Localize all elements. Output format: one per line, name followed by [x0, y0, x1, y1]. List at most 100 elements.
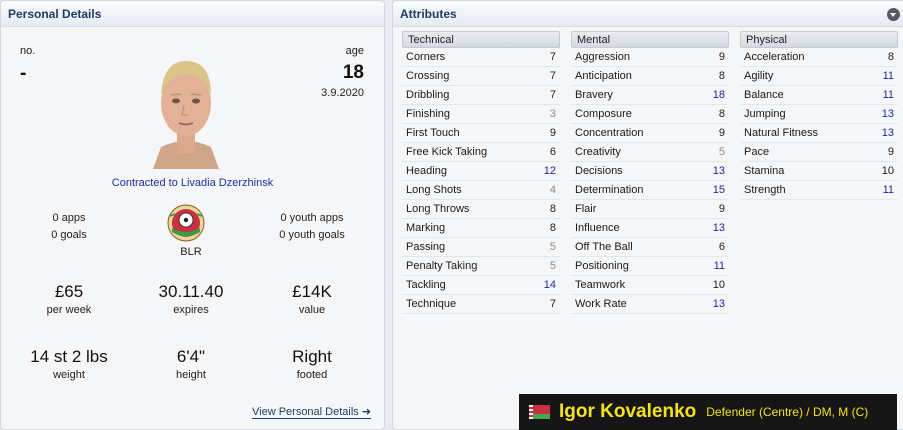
physical-column-header: Physical: [740, 31, 898, 48]
belarus-flag-icon: [529, 405, 550, 419]
attribute-row: Creativity 5: [571, 143, 729, 162]
attribute-value: 6: [549, 146, 556, 158]
attribute-row: Determination 15: [571, 181, 729, 200]
panel-options-chevron-down-icon[interactable]: [887, 8, 900, 21]
attribute-name: First Touch: [406, 127, 460, 139]
mental-column-header: Mental: [571, 31, 729, 48]
attribute-name: Crossing: [406, 70, 450, 82]
attribute-name: Heading: [406, 165, 447, 177]
attribute-row: Positioning 11: [571, 257, 729, 276]
height-value: 6'4": [176, 347, 206, 366]
attribute-row: Pace 9: [740, 143, 898, 162]
attribute-row: Technique 7: [402, 295, 560, 314]
attribute-value: 13: [881, 127, 894, 139]
attribute-value: 11: [882, 70, 894, 82]
attribute-value: 18: [712, 89, 725, 101]
attribute-value: 11: [882, 184, 894, 196]
personal-details-header: Personal Details: [1, 1, 384, 27]
attribute-row: Aggression 9: [571, 48, 729, 67]
attribute-name: Composure: [575, 108, 632, 120]
attribute-row: Strength 11: [740, 181, 898, 200]
attribute-value: 10: [881, 165, 894, 177]
attribute-row: Natural Fitness 13: [740, 124, 898, 143]
player-value-label: value: [298, 304, 326, 316]
attribute-name: Balance: [744, 89, 784, 101]
attribute-name: Work Rate: [575, 298, 627, 310]
attribute-name: Free Kick Taking: [406, 146, 488, 158]
attribute-row: Balance 11: [740, 86, 898, 105]
player-position: Defender (Centre) / DM, M (C): [706, 405, 869, 419]
attribute-name: Long Throws: [406, 203, 470, 215]
attribute-value: 9: [718, 127, 725, 139]
attribute-name: Technique: [406, 298, 457, 310]
squad-number-value: -: [20, 63, 27, 84]
attribute-row: Agility 11: [740, 67, 898, 86]
attribute-value: 13: [712, 298, 725, 310]
attribute-name: Tackling: [406, 279, 446, 291]
attribute-value: 11: [882, 89, 894, 101]
attribute-name: Finishing: [406, 108, 451, 120]
attribute-row: Passing 5: [402, 238, 560, 257]
attribute-row: Tackling 14: [402, 276, 560, 295]
attribute-name: Strength: [744, 184, 786, 196]
attribute-value: 9: [718, 51, 725, 63]
attribute-value: 4: [549, 184, 556, 196]
attribute-value: 12: [543, 165, 556, 177]
attribute-value: 10: [712, 279, 725, 291]
view-personal-details-link[interactable]: View Personal Details ➜: [252, 405, 372, 419]
attribute-name: Long Shots: [406, 184, 462, 196]
attribute-row: Crossing 7: [402, 67, 560, 86]
attribute-row: Finishing 3: [402, 105, 560, 124]
player-name-bar: Igor Kovalenko Defender (Centre) / DM, M…: [519, 394, 897, 430]
attribute-row: Stamina 10: [740, 162, 898, 181]
attribute-name: Creativity: [575, 146, 621, 158]
attribute-name: Marking: [406, 222, 446, 234]
wage-label: per week: [46, 304, 92, 316]
attribute-name: Stamina: [744, 165, 785, 177]
attribute-row: Influence 13: [571, 219, 729, 238]
weight-label: weight: [53, 369, 85, 381]
senior-goals: 0 goals: [51, 229, 87, 241]
attribute-value: 9: [549, 127, 556, 139]
attribute-value: 8: [718, 108, 725, 120]
player-value: £14K: [292, 282, 332, 301]
attribute-name: Teamwork: [575, 279, 626, 291]
attribute-name: Flair: [575, 203, 597, 215]
attribute-value: 8: [718, 70, 725, 82]
senior-apps: 0 apps: [52, 212, 86, 224]
attribute-row: Acceleration 8: [740, 48, 898, 67]
attribute-name: Corners: [406, 51, 446, 63]
attribute-value: 8: [549, 222, 556, 234]
attribute-value: 5: [718, 146, 725, 158]
attribute-row: Work Rate 13: [571, 295, 729, 314]
attributes-panel: Attributes Technical Corners 7 Crossing 7 Dr…: [392, 0, 903, 430]
squad-number-label: no.: [20, 45, 36, 57]
contract-expiry-value: 30.11.40: [158, 282, 224, 301]
attribute-value: 13: [712, 165, 725, 177]
attribute-value: 9: [887, 146, 894, 158]
attribute-name: Determination: [575, 184, 644, 196]
attribute-name: Bravery: [575, 89, 613, 101]
technical-attributes-column: Technical Corners 7 Crossing 7 Dribbling 7 Fin…: [402, 31, 560, 314]
attribute-value: 15: [712, 184, 725, 196]
date-of-birth: 3.9.2020: [321, 87, 364, 99]
attribute-name: Off The Ball: [575, 241, 633, 253]
attribute-name: Positioning: [575, 260, 629, 272]
wage-value: £65: [54, 282, 84, 301]
attribute-row: Heading 12: [402, 162, 560, 181]
attribute-row: Long Throws 8: [402, 200, 560, 219]
attribute-row: Free Kick Taking 6: [402, 143, 560, 162]
attribute-row: Teamwork 10: [571, 276, 729, 295]
national-team-crest-icon: [167, 204, 205, 242]
physical-attributes-column: Physical Acceleration 8 Agility 11 Balance 11…: [740, 31, 898, 200]
contract-expiry-label: expires: [173, 304, 209, 316]
age-label: age: [345, 45, 364, 57]
attribute-value: 7: [549, 70, 556, 82]
attribute-row: Decisions 13: [571, 162, 729, 181]
mental-attributes-column: Mental Aggression 9 Anticipation 8 Bravery 18…: [571, 31, 729, 314]
age-value: 18: [342, 62, 364, 83]
attribute-name: Agility: [744, 70, 774, 82]
preferred-foot-value: Right: [292, 347, 332, 366]
attribute-name: Decisions: [575, 165, 623, 177]
height-label: height: [176, 369, 206, 381]
